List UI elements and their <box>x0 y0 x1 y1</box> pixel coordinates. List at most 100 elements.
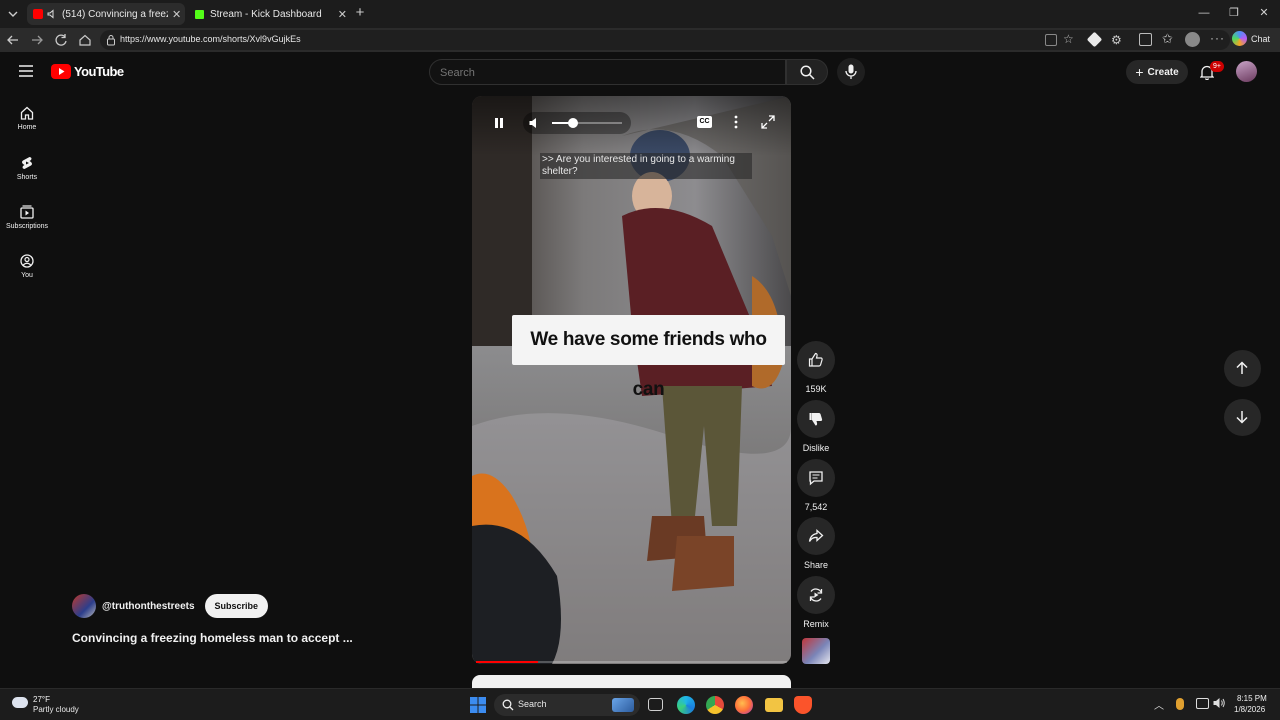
clock-time[interactable]: 8:15 PM <box>1237 694 1267 703</box>
subscribe-button[interactable]: Subscribe <box>204 594 269 618</box>
sound-thumbnail[interactable] <box>802 638 830 664</box>
notification-badge: 9+ <box>1210 61 1224 72</box>
tab-label: (514) Convincing a freezing h <box>62 8 168 20</box>
captions-button[interactable]: CC <box>697 116 712 128</box>
captions-icon: CC <box>699 118 710 125</box>
home-button[interactable] <box>78 33 92 47</box>
hamburger-menu-icon[interactable] <box>19 65 33 77</box>
like-count: 159K <box>805 384 827 394</box>
task-view-icon[interactable] <box>648 698 663 711</box>
remix-button[interactable] <box>797 576 835 614</box>
like-button[interactable] <box>797 341 835 379</box>
new-tab-button[interactable]: + <box>352 5 368 21</box>
previous-short-button[interactable] <box>1224 350 1261 387</box>
sidebar-item-subscriptions[interactable]: Subscriptions <box>0 199 54 245</box>
share-action[interactable]: Share <box>797 517 835 570</box>
favorite-star-icon[interactable]: ☆ <box>1063 32 1074 46</box>
url-text: https://www.youtube.com/shorts/Xvl9vGujk… <box>120 34 301 44</box>
more-menu-icon[interactable]: ··· <box>1210 31 1225 45</box>
like-action[interactable]: 159K <box>797 341 835 394</box>
sidebar-item-home[interactable]: Home <box>0 100 54 146</box>
home-icon <box>20 106 34 120</box>
next-short-button[interactable] <box>1224 399 1261 436</box>
close-window-button[interactable]: ✕ <box>1257 6 1271 20</box>
clock-date[interactable]: 1/8/2026 <box>1234 705 1265 714</box>
shorts-video-player[interactable] <box>472 96 791 664</box>
copilot-chat-button[interactable]: Chat <box>1232 31 1270 46</box>
voice-search-button[interactable] <box>837 58 865 86</box>
volume-slider-handle[interactable] <box>568 118 578 128</box>
lock-icon[interactable] <box>106 34 116 46</box>
search-icon <box>800 65 815 80</box>
comments-button[interactable] <box>797 459 835 497</box>
thumbs-down-icon <box>809 413 823 426</box>
thumbs-up-icon <box>808 352 823 367</box>
share-label: Share <box>803 560 829 570</box>
create-button[interactable]: + Create <box>1126 60 1188 84</box>
close-tab-icon[interactable]: ✕ <box>338 8 347 21</box>
chrome-icon[interactable] <box>706 696 724 714</box>
copilot-label: Chat <box>1251 33 1271 44</box>
closed-caption-text: >> Are you interested in going to a warm… <box>540 153 752 179</box>
tab-label: Stream - Kick Dashboard <box>209 8 322 20</box>
account-avatar[interactable] <box>1236 61 1257 82</box>
sidebar-item-you[interactable]: You <box>0 248 54 294</box>
tab-kick-dashboard[interactable]: Stream - Kick Dashboard ✕ <box>189 3 347 25</box>
search-highlight-icon <box>612 698 634 712</box>
address-bar[interactable]: https://www.youtube.com/shorts/Xvl9vGujk… <box>100 30 1230 50</box>
back-button[interactable] <box>6 33 20 47</box>
arrow-up-icon <box>1236 361 1248 374</box>
forward-button[interactable] <box>30 33 44 47</box>
volume-control[interactable] <box>523 112 631 134</box>
favorites-icon[interactable]: ✩ <box>1162 31 1173 47</box>
show-hidden-icons[interactable]: ︿ <box>1154 697 1164 712</box>
share-button[interactable] <box>797 517 835 555</box>
refresh-button[interactable] <box>54 33 68 47</box>
minimize-button[interactable]: — <box>1197 6 1211 20</box>
youtube-logo[interactable]: YouTube <box>51 64 124 79</box>
profile-avatar[interactable] <box>1185 32 1200 47</box>
share-icon <box>808 529 824 542</box>
search-box[interactable] <box>429 59 786 85</box>
remix-label: Remix <box>803 619 829 629</box>
remix-icon <box>809 588 823 602</box>
weather-widget[interactable]: 27°F Partly cloudy <box>10 692 110 718</box>
search-input[interactable] <box>440 65 770 80</box>
search-button[interactable] <box>786 59 828 85</box>
browser-tab-bar: (514) Convincing a freezing h ✕ Stream -… <box>0 0 1280 28</box>
sidebar-item-shorts[interactable]: Shorts <box>0 150 54 196</box>
taskbar-search[interactable]: Search <box>494 694 640 716</box>
comments-action[interactable]: 7,542 <box>797 459 835 512</box>
video-title[interactable]: Convincing a freezing homeless man to ac… <box>72 631 353 645</box>
firefox-icon[interactable] <box>735 696 753 714</box>
fullscreen-icon[interactable] <box>761 115 775 129</box>
volume-icon[interactable] <box>528 116 542 130</box>
kick-favicon-icon <box>195 9 204 19</box>
brave-browser-icon[interactable] <box>794 696 812 714</box>
network-icon[interactable] <box>1196 698 1209 709</box>
file-explorer-icon[interactable] <box>765 698 783 712</box>
dislike-button[interactable] <box>797 400 835 438</box>
app-available-icon[interactable] <box>1045 34 1057 46</box>
audio-playing-icon[interactable] <box>47 9 57 19</box>
edge-browser-icon[interactable] <box>677 696 695 714</box>
microphone-tray-icon[interactable] <box>1176 698 1184 710</box>
pause-button[interactable] <box>492 116 506 130</box>
channel-handle[interactable]: @truthonthestreets <box>102 601 195 612</box>
tab-youtube[interactable]: (514) Convincing a freezing h ✕ <box>27 3 185 25</box>
volume-tray-icon[interactable] <box>1212 696 1226 710</box>
windows-start-icon[interactable] <box>470 697 486 713</box>
channel-avatar[interactable] <box>72 594 96 618</box>
comment-count: 7,542 <box>804 502 828 512</box>
tab-actions-button[interactable] <box>6 7 20 21</box>
remix-action[interactable]: Remix <box>797 576 835 629</box>
close-tab-icon[interactable]: ✕ <box>172 8 181 21</box>
video-progress-bar[interactable] <box>476 661 787 663</box>
split-screen-icon[interactable] <box>1139 33 1152 46</box>
more-options-icon[interactable] <box>733 114 739 130</box>
extensions-puzzle-icon[interactable]: ⚙ <box>1111 33 1122 47</box>
maximize-button[interactable]: ❐ <box>1227 6 1241 20</box>
dislike-action[interactable]: Dislike <box>797 400 835 453</box>
browser-toolbar: https://www.youtube.com/shorts/Xvl9vGujk… <box>0 28 1280 52</box>
next-video-preview <box>472 675 791 688</box>
